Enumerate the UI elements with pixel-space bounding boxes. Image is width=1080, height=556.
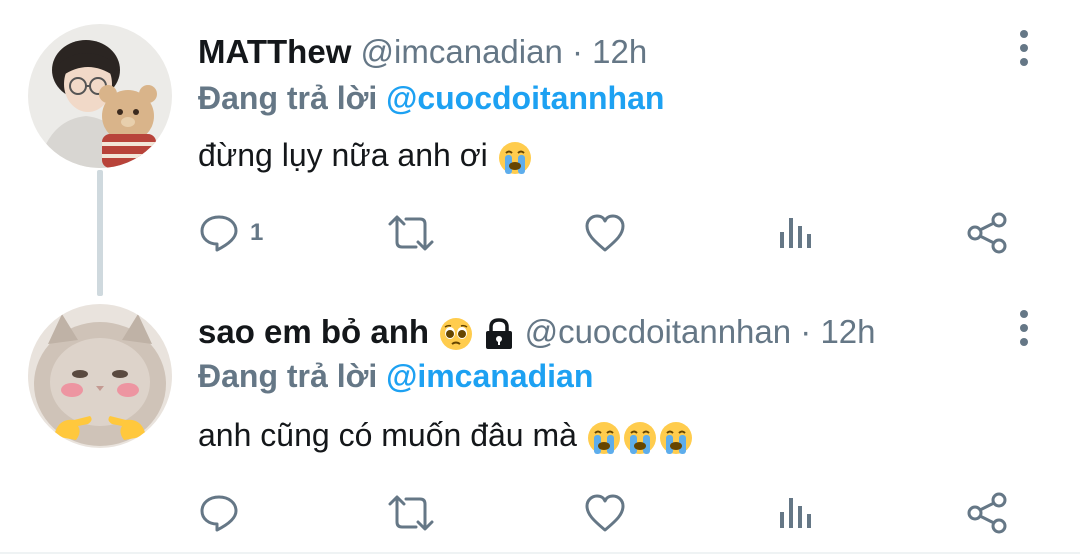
crying-face-icon <box>498 141 531 174</box>
like-button[interactable] <box>583 208 627 258</box>
replying-to-link[interactable]: @imcanadian <box>386 358 593 394</box>
retweet-icon <box>388 215 434 251</box>
reply-button[interactable] <box>198 488 250 538</box>
views-icon <box>780 498 811 528</box>
lock-icon <box>486 318 513 350</box>
crying-face-icon <box>623 421 656 454</box>
share-icon <box>967 492 1007 534</box>
tweet-text-body: đừng lụy nữa anh ơi <box>198 137 488 173</box>
user-handle[interactable]: @imcanadian <box>361 33 563 70</box>
like-icon <box>585 214 625 252</box>
tweet-text: anh cũng có muốn đâu mà <box>198 414 694 456</box>
tweet-header: sao em bỏ anh @cuocdoitannhan · 12h <box>198 312 876 352</box>
retweet-button[interactable] <box>386 208 436 258</box>
tweet-actions <box>198 488 1038 538</box>
views-button[interactable] <box>776 208 816 258</box>
reply-icon <box>200 495 238 532</box>
more-icon[interactable] <box>1014 310 1034 350</box>
replying-to: Đang trả lời @cuocdoitannhan <box>198 78 664 118</box>
crying-face-icon <box>659 421 692 454</box>
share-button[interactable] <box>966 208 1010 258</box>
retweet-icon <box>388 495 434 531</box>
replying-to-label: Đang trả lời <box>198 80 378 116</box>
replying-to-label: Đang trả lời <box>198 358 378 394</box>
views-button[interactable] <box>776 488 816 538</box>
tweet-2[interactable]: sao em bỏ anh @cuocdoitannhan · 12h Đang… <box>0 290 1080 554</box>
reply-button[interactable]: 1 <box>198 208 263 258</box>
separator: · <box>800 313 812 350</box>
crying-face-icon <box>587 421 620 454</box>
share-icon <box>967 212 1007 254</box>
reply-icon <box>200 215 238 252</box>
like-button[interactable] <box>583 488 627 538</box>
views-icon <box>780 218 811 248</box>
timestamp[interactable]: 12h <box>592 33 647 70</box>
retweet-button[interactable] <box>386 488 436 538</box>
tweet-1[interactable]: MATThew @imcanadian · 12h Đang trả lời @… <box>0 0 1080 296</box>
timestamp[interactable]: 12h <box>820 313 875 350</box>
avatar-matthew[interactable] <box>28 24 172 168</box>
replying-to-link[interactable]: @cuocdoitannhan <box>386 80 664 116</box>
reply-count: 1 <box>250 219 264 246</box>
tweet-text: đừng lụy nữa anh ơi <box>198 134 533 176</box>
avatar-cuocdoitannhan[interactable] <box>28 304 172 448</box>
replying-to: Đang trả lời @imcanadian <box>198 356 593 396</box>
divider <box>0 552 1080 554</box>
thread-line <box>97 170 103 296</box>
like-icon <box>585 494 625 532</box>
display-name[interactable]: sao em bỏ anh <box>198 313 429 350</box>
tweet-header: MATThew @imcanadian · 12h <box>198 32 647 72</box>
display-name[interactable]: MATThew <box>198 33 351 70</box>
tweet-actions: 1 <box>198 208 1038 258</box>
tweet-text-body: anh cũng có muốn đâu mà <box>198 417 577 453</box>
more-icon[interactable] <box>1014 30 1034 70</box>
separator: · <box>572 33 583 70</box>
share-button[interactable] <box>966 488 1010 538</box>
pleading-face-icon <box>440 318 473 351</box>
user-handle[interactable]: @cuocdoitannhan <box>525 313 792 350</box>
